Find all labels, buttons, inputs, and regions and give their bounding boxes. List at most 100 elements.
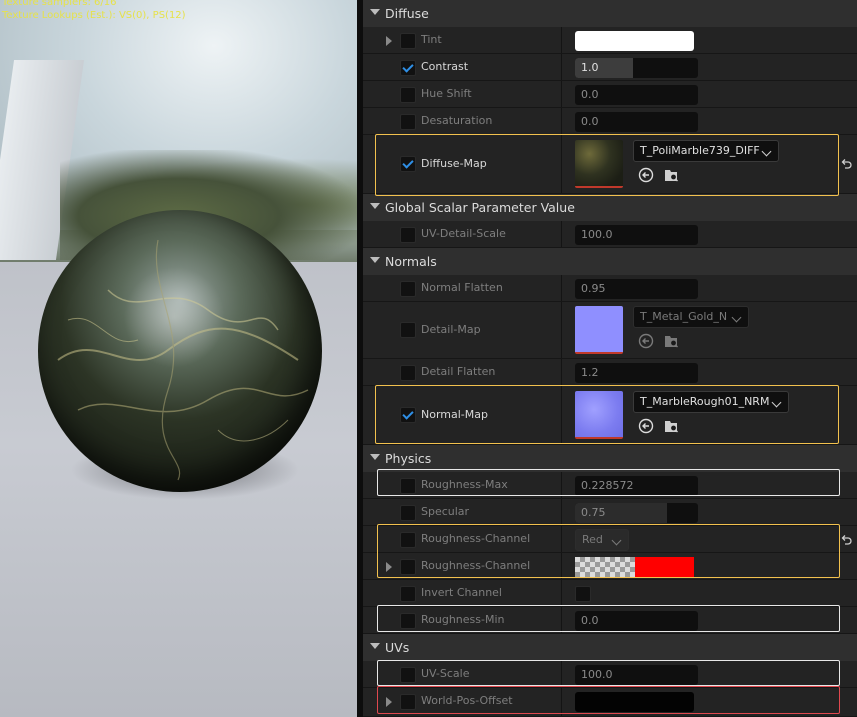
browse-asset-icon[interactable]	[663, 333, 679, 349]
collapse-arrow-icon[interactable]	[370, 9, 380, 15]
expand-arrow-icon[interactable]	[386, 697, 392, 707]
specular-checkbox[interactable]	[400, 505, 416, 521]
world-pos-offset-color-swatch[interactable]	[575, 692, 694, 712]
roughness-min-checkbox[interactable]	[400, 613, 416, 629]
collapse-arrow-icon[interactable]	[370, 203, 380, 209]
detail-map-label: Detail-Map	[421, 323, 481, 336]
row-invert-channel: Invert Channel	[363, 580, 857, 607]
chevron-down-icon	[761, 146, 772, 157]
reset-to-default-icon[interactable]	[840, 158, 852, 170]
tint-color-swatch[interactable]	[575, 31, 694, 51]
tint-checkbox[interactable]	[400, 33, 416, 49]
specular-label: Specular	[421, 505, 470, 518]
specular-value-field[interactable]: 0.75	[575, 503, 698, 523]
hue-shift-checkbox[interactable]	[400, 87, 416, 103]
world-pos-offset-checkbox[interactable]	[400, 694, 416, 710]
roughness-channel-select[interactable]: Red	[575, 529, 629, 551]
alpha-checker-swatch[interactable]	[575, 557, 635, 577]
contrast-checkbox[interactable]	[400, 60, 416, 76]
category-title: UVs	[385, 640, 410, 655]
invert-channel-label: Invert Channel	[421, 586, 502, 599]
diffuse-map-checkbox[interactable]	[400, 156, 416, 172]
chevron-down-icon	[771, 397, 782, 408]
invert-channel-value-checkbox[interactable]	[575, 586, 591, 602]
category-physics[interactable]: Physics	[363, 445, 857, 472]
tint-label: Tint	[421, 33, 442, 46]
collapse-arrow-icon[interactable]	[370, 454, 380, 460]
roughness-max-checkbox[interactable]	[400, 478, 416, 494]
hue-shift-value-field[interactable]: 0.0	[575, 85, 698, 105]
desaturation-label: Desaturation	[421, 114, 493, 127]
chevron-down-icon	[731, 312, 742, 323]
uv-detail-scale-value-field[interactable]: 100.0	[575, 225, 698, 245]
use-selected-asset-icon[interactable]	[638, 418, 654, 434]
roughness-channel-color-label: Roughness-Channel	[421, 559, 531, 572]
invert-channel-enable-checkbox[interactable]	[400, 586, 416, 602]
row-hue-shift: Hue Shift 0.0	[363, 81, 857, 108]
hue-shift-label: Hue Shift	[421, 87, 472, 100]
row-uv-detail-scale: UV-Detail-Scale 100.0	[363, 221, 857, 248]
row-roughness-min: Roughness-Min 0.0	[363, 607, 857, 634]
roughness-min-value-field[interactable]: 0.0	[575, 611, 698, 631]
row-tint: Tint	[363, 27, 857, 54]
diffuse-map-thumbnail[interactable]	[575, 140, 623, 188]
detail-map-checkbox[interactable]	[400, 322, 416, 338]
row-roughness-max: Roughness-Max 0.228572	[363, 472, 857, 499]
detail-flatten-label: Detail Flatten	[421, 365, 496, 378]
category-title: Physics	[385, 451, 432, 466]
contrast-label: Contrast	[421, 60, 469, 73]
row-roughness-channel-2: Roughness-Channel	[363, 553, 857, 580]
roughness-min-label: Roughness-Min	[421, 613, 505, 626]
row-normal-map: Normal-Map T_MarbleRough01_NRM	[363, 386, 857, 445]
row-contrast: Contrast 1.0	[363, 54, 857, 81]
roughness-channel-color-checkbox[interactable]	[400, 559, 416, 575]
category-uvs[interactable]: UVs	[363, 634, 857, 661]
diffuse-map-asset-dropdown[interactable]: T_PoliMarble739_DIFF	[633, 140, 779, 162]
roughness-channel-label: Roughness-Channel	[421, 532, 531, 545]
uv-detail-scale-label: UV-Detail-Scale	[421, 227, 506, 240]
desaturation-checkbox[interactable]	[400, 114, 416, 130]
normal-map-thumbnail[interactable]	[575, 391, 623, 439]
desaturation-value-field[interactable]: 0.0	[575, 112, 698, 132]
collapse-arrow-icon[interactable]	[370, 643, 380, 649]
use-selected-asset-icon[interactable]	[638, 333, 654, 349]
roughness-max-value-field[interactable]: 0.228572	[575, 476, 698, 496]
roughness-channel-color-swatch[interactable]	[635, 557, 694, 577]
detail-map-asset-dropdown[interactable]: T_Metal_Gold_N	[633, 306, 749, 328]
normal-map-checkbox[interactable]	[400, 407, 416, 423]
use-selected-asset-icon[interactable]	[638, 167, 654, 183]
category-diffuse[interactable]: Diffuse	[363, 0, 857, 27]
normal-flatten-checkbox[interactable]	[400, 281, 416, 297]
normal-map-label: Normal-Map	[421, 408, 488, 421]
material-preview-viewport[interactable]: Texture samplers: 6/16 Texture Lookups (…	[0, 0, 357, 717]
category-normals[interactable]: Normals	[363, 248, 857, 275]
uv-scale-checkbox[interactable]	[400, 667, 416, 683]
collapse-arrow-icon[interactable]	[370, 257, 380, 263]
diffuse-map-label: Diffuse-Map	[421, 157, 487, 170]
detail-flatten-value-field[interactable]: 1.2	[575, 363, 698, 383]
reset-to-default-icon[interactable]	[840, 534, 852, 546]
normal-flatten-value-field[interactable]: 0.95	[575, 279, 698, 299]
category-title: Global Scalar Parameter Value	[385, 200, 575, 215]
normal-map-asset-dropdown[interactable]: T_MarbleRough01_NRM	[633, 391, 789, 413]
uv-detail-scale-checkbox[interactable]	[400, 227, 416, 243]
marble-veins	[57, 239, 309, 481]
browse-asset-icon[interactable]	[663, 418, 679, 434]
row-specular: Specular 0.75	[363, 499, 857, 526]
contrast-value-field[interactable]: 1.0	[575, 58, 698, 78]
roughness-max-label: Roughness-Max	[421, 478, 508, 491]
expand-arrow-icon[interactable]	[386, 562, 392, 572]
uv-scale-label: UV-Scale	[421, 667, 470, 680]
normal-flatten-label: Normal Flatten	[421, 281, 503, 294]
row-detail-flatten: Detail Flatten 1.2	[363, 359, 857, 386]
category-global-scalar[interactable]: Global Scalar Parameter Value	[363, 194, 857, 221]
uv-scale-value-field[interactable]: 100.0	[575, 665, 698, 685]
row-normal-flatten: Normal Flatten 0.95	[363, 275, 857, 302]
row-detail-map: Detail-Map T_Metal_Gold_N	[363, 302, 857, 359]
detail-map-thumbnail[interactable]	[575, 306, 623, 354]
row-diffuse-map: Diffuse-Map T_PoliMarble739_DIFF	[363, 135, 857, 194]
expand-arrow-icon[interactable]	[386, 36, 392, 46]
detail-flatten-checkbox[interactable]	[400, 365, 416, 381]
roughness-channel-checkbox[interactable]	[400, 532, 416, 548]
browse-asset-icon[interactable]	[663, 167, 679, 183]
